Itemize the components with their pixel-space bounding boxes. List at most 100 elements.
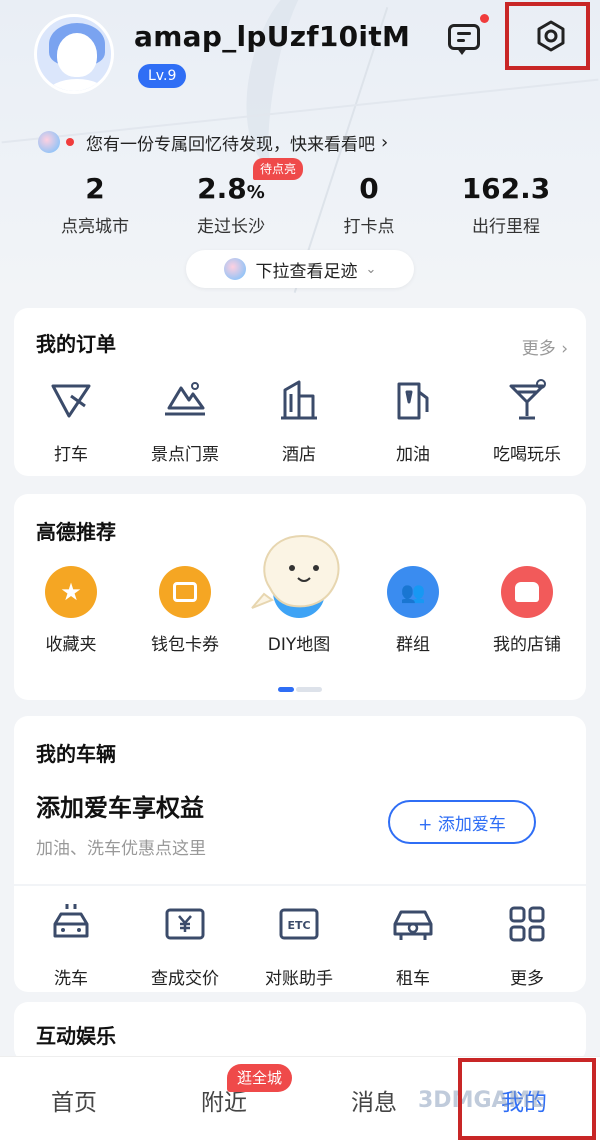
vehicle-title: 我的车辆	[36, 742, 116, 766]
balloon-icon	[223, 258, 246, 280]
stat-number: 0	[359, 172, 379, 205]
recommend-wallet[interactable]: 钱包卡券	[128, 566, 242, 655]
price-icon	[165, 908, 205, 940]
settings-button[interactable]	[505, 2, 590, 70]
order-label: 加油	[396, 445, 430, 465]
tab-messages[interactable]: 消息	[314, 1083, 434, 1117]
hotel-icon	[281, 380, 317, 420]
memory-text: 您有一份专属回忆待发现，快来看看吧	[86, 134, 375, 155]
order-tickets[interactable]: 景点门票	[128, 376, 242, 465]
order-label: 酒店	[282, 445, 316, 465]
gear-icon	[537, 20, 565, 52]
message-icon-line	[457, 39, 465, 42]
wallet-glyph	[173, 582, 197, 602]
stat-unit: %	[246, 182, 265, 203]
avatar[interactable]	[34, 14, 114, 94]
order-taxi[interactable]: 打车	[14, 376, 128, 465]
group-glyph: 👥	[400, 580, 426, 604]
username[interactable]: amap_lpUzf10itM	[134, 20, 410, 53]
stat-cities[interactable]: 2 点亮城市	[30, 170, 160, 237]
vehicle-label: 对账助手	[265, 969, 333, 989]
pull-label: 下拉查看足迹	[255, 261, 358, 282]
recommend-favorites[interactable]: ★ 收藏夹	[14, 566, 128, 655]
recommend-label: DIY地图	[267, 635, 331, 655]
stat-label: 走过长沙	[197, 217, 265, 237]
divider	[14, 884, 586, 886]
vehicle-label: 更多	[510, 969, 544, 989]
order-label: 打车	[54, 445, 88, 465]
vehicle-card: 我的车辆 添加爱车享权益 加油、洗车优惠点这里 + 添加爱车 洗车 查成交价 E…	[14, 716, 586, 992]
stat-number: 2	[85, 172, 105, 205]
vehicle-row: 洗车 查成交价 ETC 对账助手 租车 更多	[14, 900, 586, 1000]
stat-value: 0	[304, 170, 434, 208]
star-icon: ★	[45, 566, 97, 618]
add-car-headline: 添加爱车享权益	[36, 794, 204, 822]
recommend-label: 群组	[396, 635, 430, 655]
page-dot	[296, 687, 322, 692]
wallet-icon	[159, 566, 211, 618]
avatar-face	[57, 33, 97, 77]
vehicle-more[interactable]: 更多	[470, 900, 584, 989]
recommend-shop[interactable]: 我的店铺	[470, 566, 584, 655]
cocktail-icon	[509, 379, 546, 420]
message-icon-line	[457, 32, 471, 35]
shop-icon	[501, 566, 553, 618]
order-label: 吃喝玩乐	[493, 445, 561, 465]
svg-text:ETC: ETC	[287, 919, 310, 932]
pending-badge: 待点亮	[253, 158, 304, 180]
orders-title: 我的订单	[36, 332, 116, 356]
footprint-pull-button[interactable]: 下拉查看足迹 ⌄	[186, 250, 414, 288]
scenic-ticket-icon	[165, 382, 205, 416]
notification-dot	[480, 14, 489, 23]
recommend-label: 收藏夹	[45, 635, 97, 655]
stat-value: 2	[30, 170, 160, 208]
recommend-group[interactable]: 👥 群组	[356, 566, 470, 655]
group-icon: 👥	[387, 566, 439, 618]
chevron-down-icon: ⌄	[365, 261, 377, 277]
balloon-icon	[38, 131, 60, 153]
memory-banner[interactable]: 您有一份专属回忆待发现，快来看看吧 ›	[38, 128, 388, 156]
tab-mine-highlight	[458, 1058, 596, 1140]
taxi-icon	[51, 384, 91, 418]
vehicle-label: 租车	[396, 969, 430, 989]
vehicle-label: 查成交价	[151, 969, 219, 989]
recommend-title: 高德推荐	[36, 520, 116, 544]
page-indicator	[278, 687, 324, 692]
vehicle-rent[interactable]: 租车	[356, 900, 470, 989]
page-dot-active	[278, 687, 294, 692]
level-badge[interactable]: Lv.9	[138, 64, 187, 88]
order-label: 景点门票	[151, 445, 219, 465]
stat-checkins[interactable]: 0 打卡点	[304, 170, 434, 237]
stat-number: 2.8	[197, 172, 247, 205]
stat-changsha[interactable]: 2.8% 走过长沙	[166, 170, 296, 237]
stat-label: 打卡点	[343, 217, 395, 237]
vehicle-etc[interactable]: ETC 对账助手	[242, 900, 356, 989]
shop-glyph	[515, 582, 539, 602]
order-fuel[interactable]: 加油	[356, 376, 470, 465]
recommend-label: 钱包卡券	[151, 635, 219, 655]
order-entertainment[interactable]: 吃喝玩乐	[470, 376, 584, 465]
nearby-badge: 逛全城	[227, 1064, 293, 1092]
add-car-button[interactable]: + 添加爱车	[388, 800, 536, 844]
stat-mileage[interactable]: 162.3 出行里程	[441, 170, 571, 237]
vehicle-price[interactable]: 查成交价	[128, 900, 242, 989]
mascot-image	[251, 534, 340, 609]
stat-number: 162.3	[461, 172, 551, 205]
orders-more-link[interactable]: 更多 ›	[522, 334, 568, 359]
message-button[interactable]	[446, 22, 484, 56]
recommend-label: 我的店铺	[493, 635, 561, 655]
add-car-subtitle: 加油、洗车优惠点这里	[36, 839, 206, 859]
star-glyph: ★	[60, 578, 82, 606]
entertainment-title: 互动娱乐	[36, 1024, 116, 1048]
vehicle-car-wash[interactable]: 洗车	[14, 900, 128, 989]
fuel-icon	[397, 382, 429, 420]
entertainment-card: 互动娱乐	[14, 1002, 586, 1062]
tab-home[interactable]: 首页	[14, 1083, 134, 1117]
stat-value: 162.3	[441, 170, 571, 208]
etc-icon: ETC	[279, 908, 319, 940]
stats-row: 2 点亮城市 2.8% 走过长沙 0 打卡点 162.3 出行里程	[0, 170, 600, 250]
car-wash-icon	[53, 904, 89, 938]
vehicle-label: 洗车	[54, 969, 88, 989]
order-hotel[interactable]: 酒店	[242, 376, 356, 465]
orders-card: 我的订单 更多 › 打车 景点门票 酒店 加油 吃喝玩乐	[14, 308, 586, 476]
